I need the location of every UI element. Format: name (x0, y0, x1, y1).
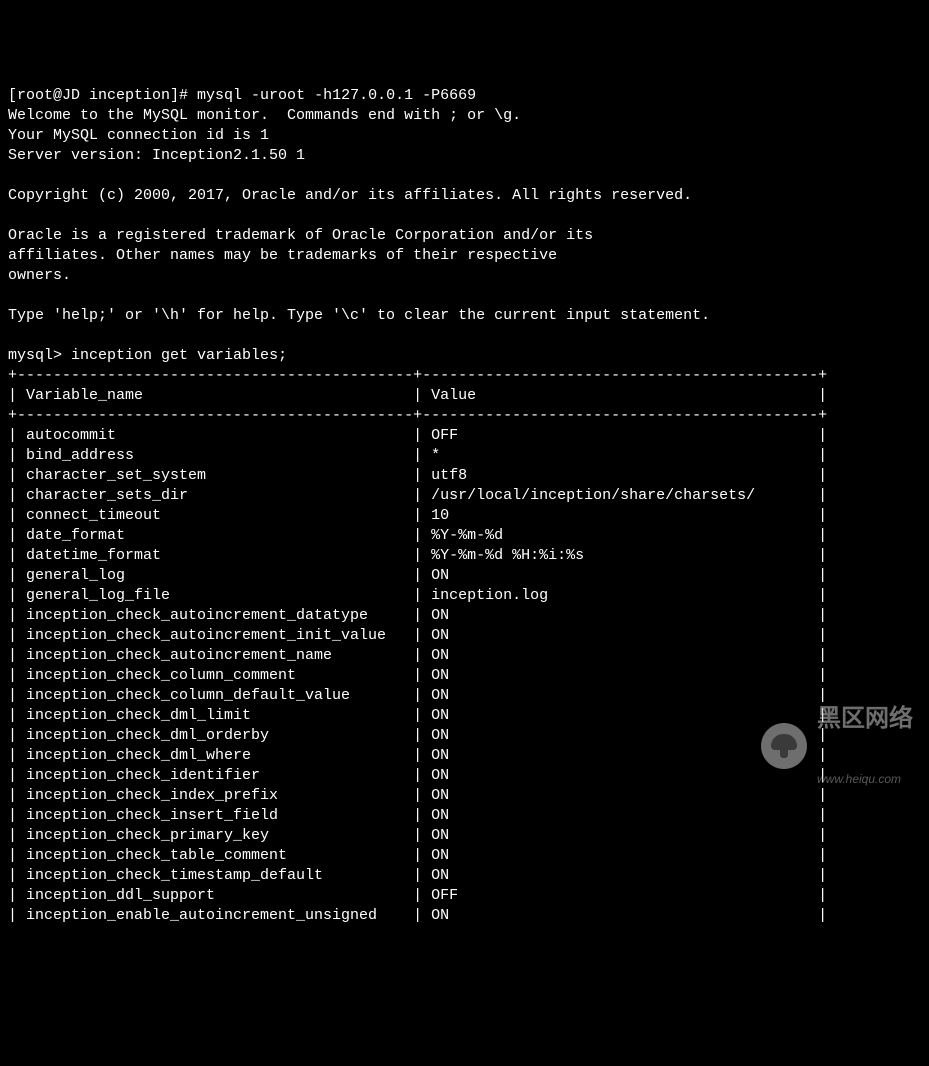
table-body: | autocommit | OFF | | bind_address | * … (8, 427, 827, 924)
trademark-line: affiliates. Other names may be trademark… (8, 247, 557, 264)
copyright-line: Copyright (c) 2000, 2017, Oracle and/or … (8, 187, 692, 204)
mysql-prompt: mysql> (8, 347, 62, 364)
table-border-top: +---------------------------------------… (8, 367, 827, 384)
table-border-mid: +---------------------------------------… (8, 407, 827, 424)
table-header-row: | Variable_name | Value | (8, 387, 827, 404)
mysql-query: inception get variables; (71, 347, 287, 364)
help-line: Type 'help;' or '\h' for help. Type '\c'… (8, 307, 710, 324)
banner-line: Welcome to the MySQL monitor. Commands e… (8, 107, 521, 124)
shell-prompt: [root@JD inception]# (8, 87, 188, 104)
banner-line: Server version: Inception2.1.50 1 (8, 147, 305, 164)
trademark-line: owners. (8, 267, 71, 284)
terminal-output[interactable]: [root@JD inception]# mysql -uroot -h127.… (8, 86, 921, 926)
banner-line: Your MySQL connection id is 1 (8, 127, 269, 144)
trademark-line: Oracle is a registered trademark of Orac… (8, 227, 593, 244)
shell-command: mysql -uroot -h127.0.0.1 -P6669 (197, 87, 476, 104)
